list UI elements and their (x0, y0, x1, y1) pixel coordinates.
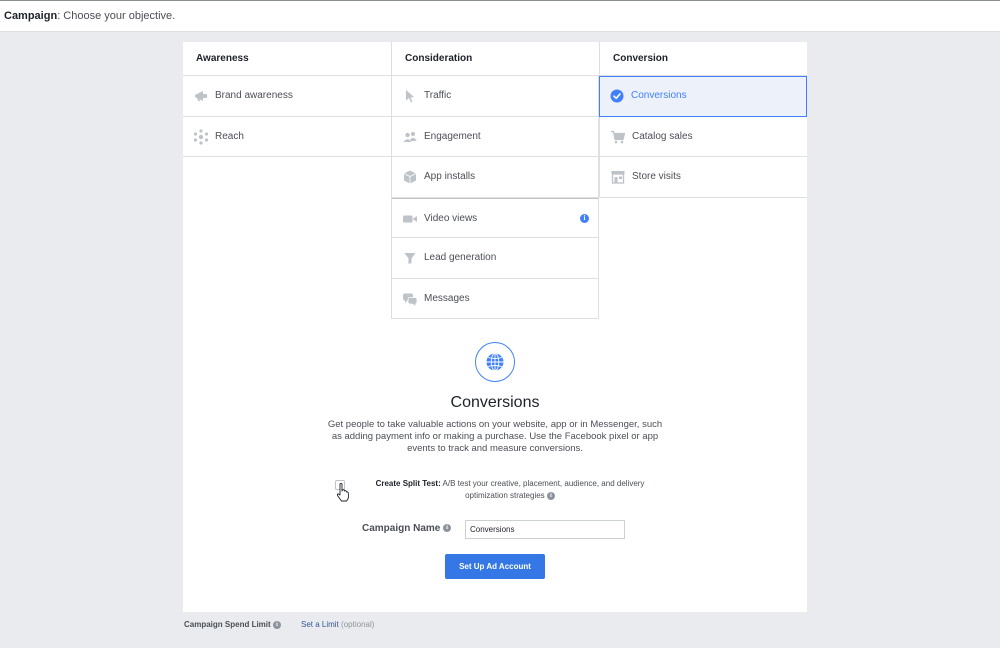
column-title-conversion: Conversion (599, 42, 807, 76)
split-test-label: Create Split Test: (375, 479, 441, 488)
video-camera-icon (403, 215, 417, 222)
objective-label: App installs (424, 171, 476, 182)
split-test-text: Create Split Test: A/B test your creativ… (365, 478, 655, 502)
objective-catalog-sales[interactable]: Catalog sales (599, 116, 807, 157)
set-limit-text: Set a Limit (301, 620, 339, 629)
objective-card: Awareness Brand awareness Reach Consider… (183, 42, 807, 612)
conversion-column: Conversion Conversions Catalog sales Sto… (599, 42, 807, 198)
objective-label: Video views (424, 212, 478, 224)
objective-label: Conversions (631, 90, 687, 101)
column-title-consideration: Consideration (391, 42, 599, 76)
objective-description: Get people to take valuable actions on y… (327, 419, 663, 454)
objective-label: Brand awareness (215, 90, 293, 101)
objective-store-visits[interactable]: Store visits (599, 157, 807, 198)
shopping-cart-icon (611, 130, 626, 143)
objective-lead-generation[interactable]: Lead generation (391, 238, 599, 279)
info-icon[interactable]: i (580, 213, 589, 223)
chat-bubbles-icon (403, 293, 418, 306)
set-limit-link[interactable]: Set a Limit (optional) (301, 620, 374, 629)
info-icon[interactable]: i (443, 524, 452, 533)
objective-conversions[interactable]: Conversions (599, 76, 807, 117)
info-icon[interactable]: i (272, 620, 281, 629)
objective-messages[interactable]: Messages (391, 278, 599, 319)
objective-label: Engagement (424, 130, 481, 142)
set-up-ad-account-button[interactable]: Set Up Ad Account (445, 554, 545, 579)
objective-label: Reach (215, 130, 244, 142)
objective-label: Messages (424, 292, 470, 304)
cursor-icon (406, 90, 414, 103)
optional-hint: (optional) (341, 620, 375, 629)
top-bar: Campaign: Choose your objective. (0, 0, 1000, 32)
breadcrumb: Campaign: Choose your objective. (4, 10, 175, 22)
spend-limit-label: Campaign Spend Limit i (184, 620, 281, 629)
box-icon (403, 170, 417, 184)
campaign-name-input[interactable] (465, 520, 625, 539)
objective-label: Store visits (632, 171, 681, 182)
objective-label: Traffic (424, 90, 452, 101)
objective-label: Lead generation (424, 252, 497, 263)
hand-cursor-icon (336, 483, 349, 502)
info-icon[interactable]: i (546, 491, 555, 500)
awareness-column: Awareness Brand awareness Reach (183, 42, 391, 157)
objective-video-views[interactable]: Video views i (391, 197, 599, 238)
breadcrumb-step: : Choose your objective. (57, 10, 176, 22)
people-icon (403, 131, 417, 142)
breadcrumb-campaign[interactable]: Campaign (4, 10, 57, 22)
funnel-icon (404, 253, 416, 264)
campaign-name-label: Campaign Name i (362, 523, 452, 534)
objective-icon-ring (475, 342, 515, 382)
megaphone-icon (195, 91, 207, 101)
objective-engagement[interactable]: Engagement (391, 116, 599, 157)
reach-icon (193, 128, 209, 145)
checkmark-circle-icon (610, 89, 624, 103)
consideration-column: Consideration Traffic Engagement App ins… (391, 42, 599, 319)
objective-app-installs[interactable]: App installs (391, 157, 599, 198)
globe-icon (486, 352, 503, 371)
spend-limit-label-text: Campaign Spend Limit (184, 620, 271, 629)
objective-label: Catalog sales (632, 130, 693, 142)
objective-title: Conversions (450, 394, 540, 411)
footer: Campaign Spend Limit i Set a Limit (opti… (184, 620, 374, 629)
store-icon (611, 171, 625, 184)
objective-brand-awareness[interactable]: Brand awareness (183, 76, 391, 117)
campaign-name-label-text: Campaign Name (362, 523, 441, 534)
objective-traffic[interactable]: Traffic (391, 76, 599, 117)
column-title-awareness: Awareness (183, 42, 391, 76)
objective-reach[interactable]: Reach (183, 117, 391, 157)
split-test-description: A/B test your creative, placement, audie… (442, 479, 645, 500)
